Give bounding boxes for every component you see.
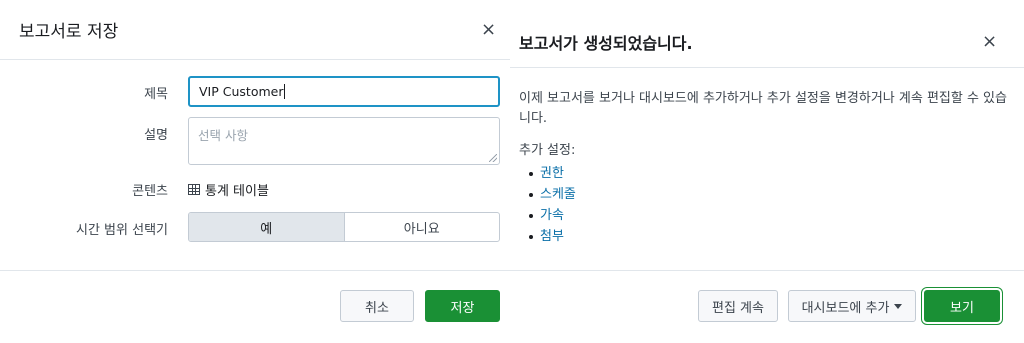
continue-editing-button[interactable]: 편집 계속 <box>698 290 778 322</box>
close-icon[interactable]: × <box>982 33 997 51</box>
title-input-value: VIP Customer <box>199 84 284 99</box>
additional-settings-label: 추가 설정: <box>519 143 576 158</box>
report-created-dialog: 보고서가 생성되었습니다. × 이제 보고서를 보거나 대시보드에 추가하거나 … <box>510 0 1024 343</box>
link-permissions[interactable]: 권한 <box>540 163 564 184</box>
content-value: 통계 테이블 <box>188 180 269 199</box>
dialog-title: 보고서로 저장 <box>19 22 119 42</box>
list-item: 첨부 <box>529 226 576 247</box>
table-icon <box>188 184 200 195</box>
view-button[interactable]: 보기 <box>924 290 1000 322</box>
time-picker-no[interactable]: 아니요 <box>345 213 500 241</box>
title-label: 제목 <box>144 87 168 102</box>
time-picker-toggle: 예 아니요 <box>188 212 500 242</box>
save-report-dialog: 보고서로 저장 × 제목 VIP Customer 설명 선택 사항 콘텐츠 통… <box>0 0 510 343</box>
add-to-dashboard-button[interactable]: 대시보드에 추가 <box>788 290 916 322</box>
description-placeholder: 선택 사항 <box>198 128 248 143</box>
description-textarea[interactable]: 선택 사항 <box>188 117 500 165</box>
save-button[interactable]: 저장 <box>425 290 500 322</box>
bullet-icon <box>529 234 533 239</box>
footer-divider <box>0 270 510 271</box>
list-item: 스케줄 <box>529 184 576 205</box>
created-message: 이제 보고서를 보거나 대시보드에 추가하거나 추가 설정을 변경하거나 계속 … <box>519 91 1007 126</box>
bullet-icon <box>529 171 533 176</box>
dialog-title: 보고서가 생성되었습니다. <box>519 34 693 53</box>
settings-links: 권한 스케줄 가속 첨부 <box>529 163 576 247</box>
add-to-dashboard-label: 대시보드에 추가 <box>801 300 890 316</box>
bullet-icon <box>529 213 533 218</box>
list-item: 가속 <box>529 205 576 226</box>
footer-divider <box>510 270 1024 271</box>
resize-grip-icon[interactable] <box>489 154 497 162</box>
list-item: 권한 <box>529 163 576 184</box>
content-value-text: 통계 테이블 <box>205 184 269 199</box>
link-acceleration[interactable]: 가속 <box>540 205 564 226</box>
bullet-icon <box>529 192 533 197</box>
title-input[interactable]: VIP Customer <box>188 76 500 107</box>
header-divider <box>0 59 510 60</box>
time-picker-label: 시간 범위 선택기 <box>76 223 168 238</box>
cancel-button[interactable]: 취소 <box>340 290 414 322</box>
time-picker-yes[interactable]: 예 <box>189 213 345 241</box>
content-label: 콘텐츠 <box>132 184 168 199</box>
description-label: 설명 <box>144 128 168 143</box>
header-divider <box>510 67 1024 68</box>
link-attachment[interactable]: 첨부 <box>540 226 564 247</box>
chevron-down-icon <box>894 303 903 309</box>
close-icon[interactable]: × <box>481 21 496 39</box>
link-schedule[interactable]: 스케줄 <box>540 184 576 205</box>
